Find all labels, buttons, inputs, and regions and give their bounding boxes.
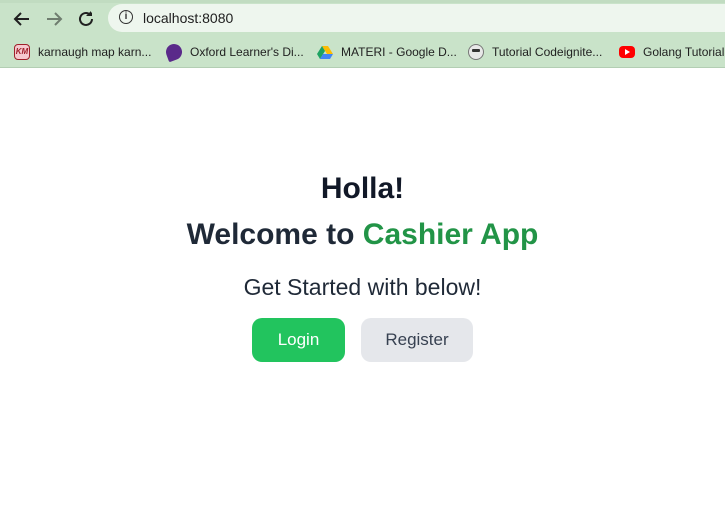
bookmark-label: MATERI - Google D... xyxy=(341,45,457,59)
browser-toolbar: i localhost:8080 xyxy=(0,0,725,36)
welcome-prefix: Welcome to xyxy=(186,218,363,251)
bookmark-label: karnaugh map karn... xyxy=(38,45,152,59)
forward-arrow-icon xyxy=(47,12,63,26)
bookmark-golang[interactable]: Golang Tutorial xyxy=(619,41,724,63)
forward-button[interactable] xyxy=(41,6,67,32)
back-button[interactable] xyxy=(9,6,35,32)
bookmark-label: Golang Tutorial xyxy=(643,45,725,59)
youtube-icon xyxy=(619,46,635,58)
welcome-heading: Welcome to Cashier App xyxy=(0,218,725,252)
oxford-icon xyxy=(163,41,185,63)
greeting-heading: Holla! xyxy=(320,172,405,205)
back-arrow-icon xyxy=(13,12,29,26)
bookmark-karnaugh[interactable]: KM karnaugh map karn... xyxy=(14,41,151,63)
karnaugh-icon: KM xyxy=(14,44,30,60)
bookmark-oxford[interactable]: Oxford Learner's Di... xyxy=(163,41,304,63)
login-button[interactable]: Login xyxy=(252,318,345,362)
register-button[interactable]: Register xyxy=(361,318,473,362)
address-bar[interactable]: i localhost:8080 xyxy=(108,4,725,32)
bookmark-codeigniter[interactable]: Tutorial Codeignite... xyxy=(468,41,602,63)
bookmarks-bar: KM karnaugh map karn... Oxford Learner's… xyxy=(0,36,725,68)
reload-button[interactable] xyxy=(73,6,99,32)
codeigniter-icon xyxy=(468,44,484,60)
site-info-icon[interactable]: i xyxy=(119,10,133,24)
app-name: Cashier App xyxy=(362,218,539,251)
reload-icon xyxy=(79,11,93,26)
subtitle: Get Started with below! xyxy=(243,274,482,300)
url-text: localhost:8080 xyxy=(143,10,234,26)
bookmark-materi[interactable]: MATERI - Google D... xyxy=(317,41,457,63)
bookmark-label: Tutorial Codeignite... xyxy=(492,45,603,59)
bookmark-label: Oxford Learner's Di... xyxy=(190,45,304,59)
google-drive-icon xyxy=(317,44,333,60)
